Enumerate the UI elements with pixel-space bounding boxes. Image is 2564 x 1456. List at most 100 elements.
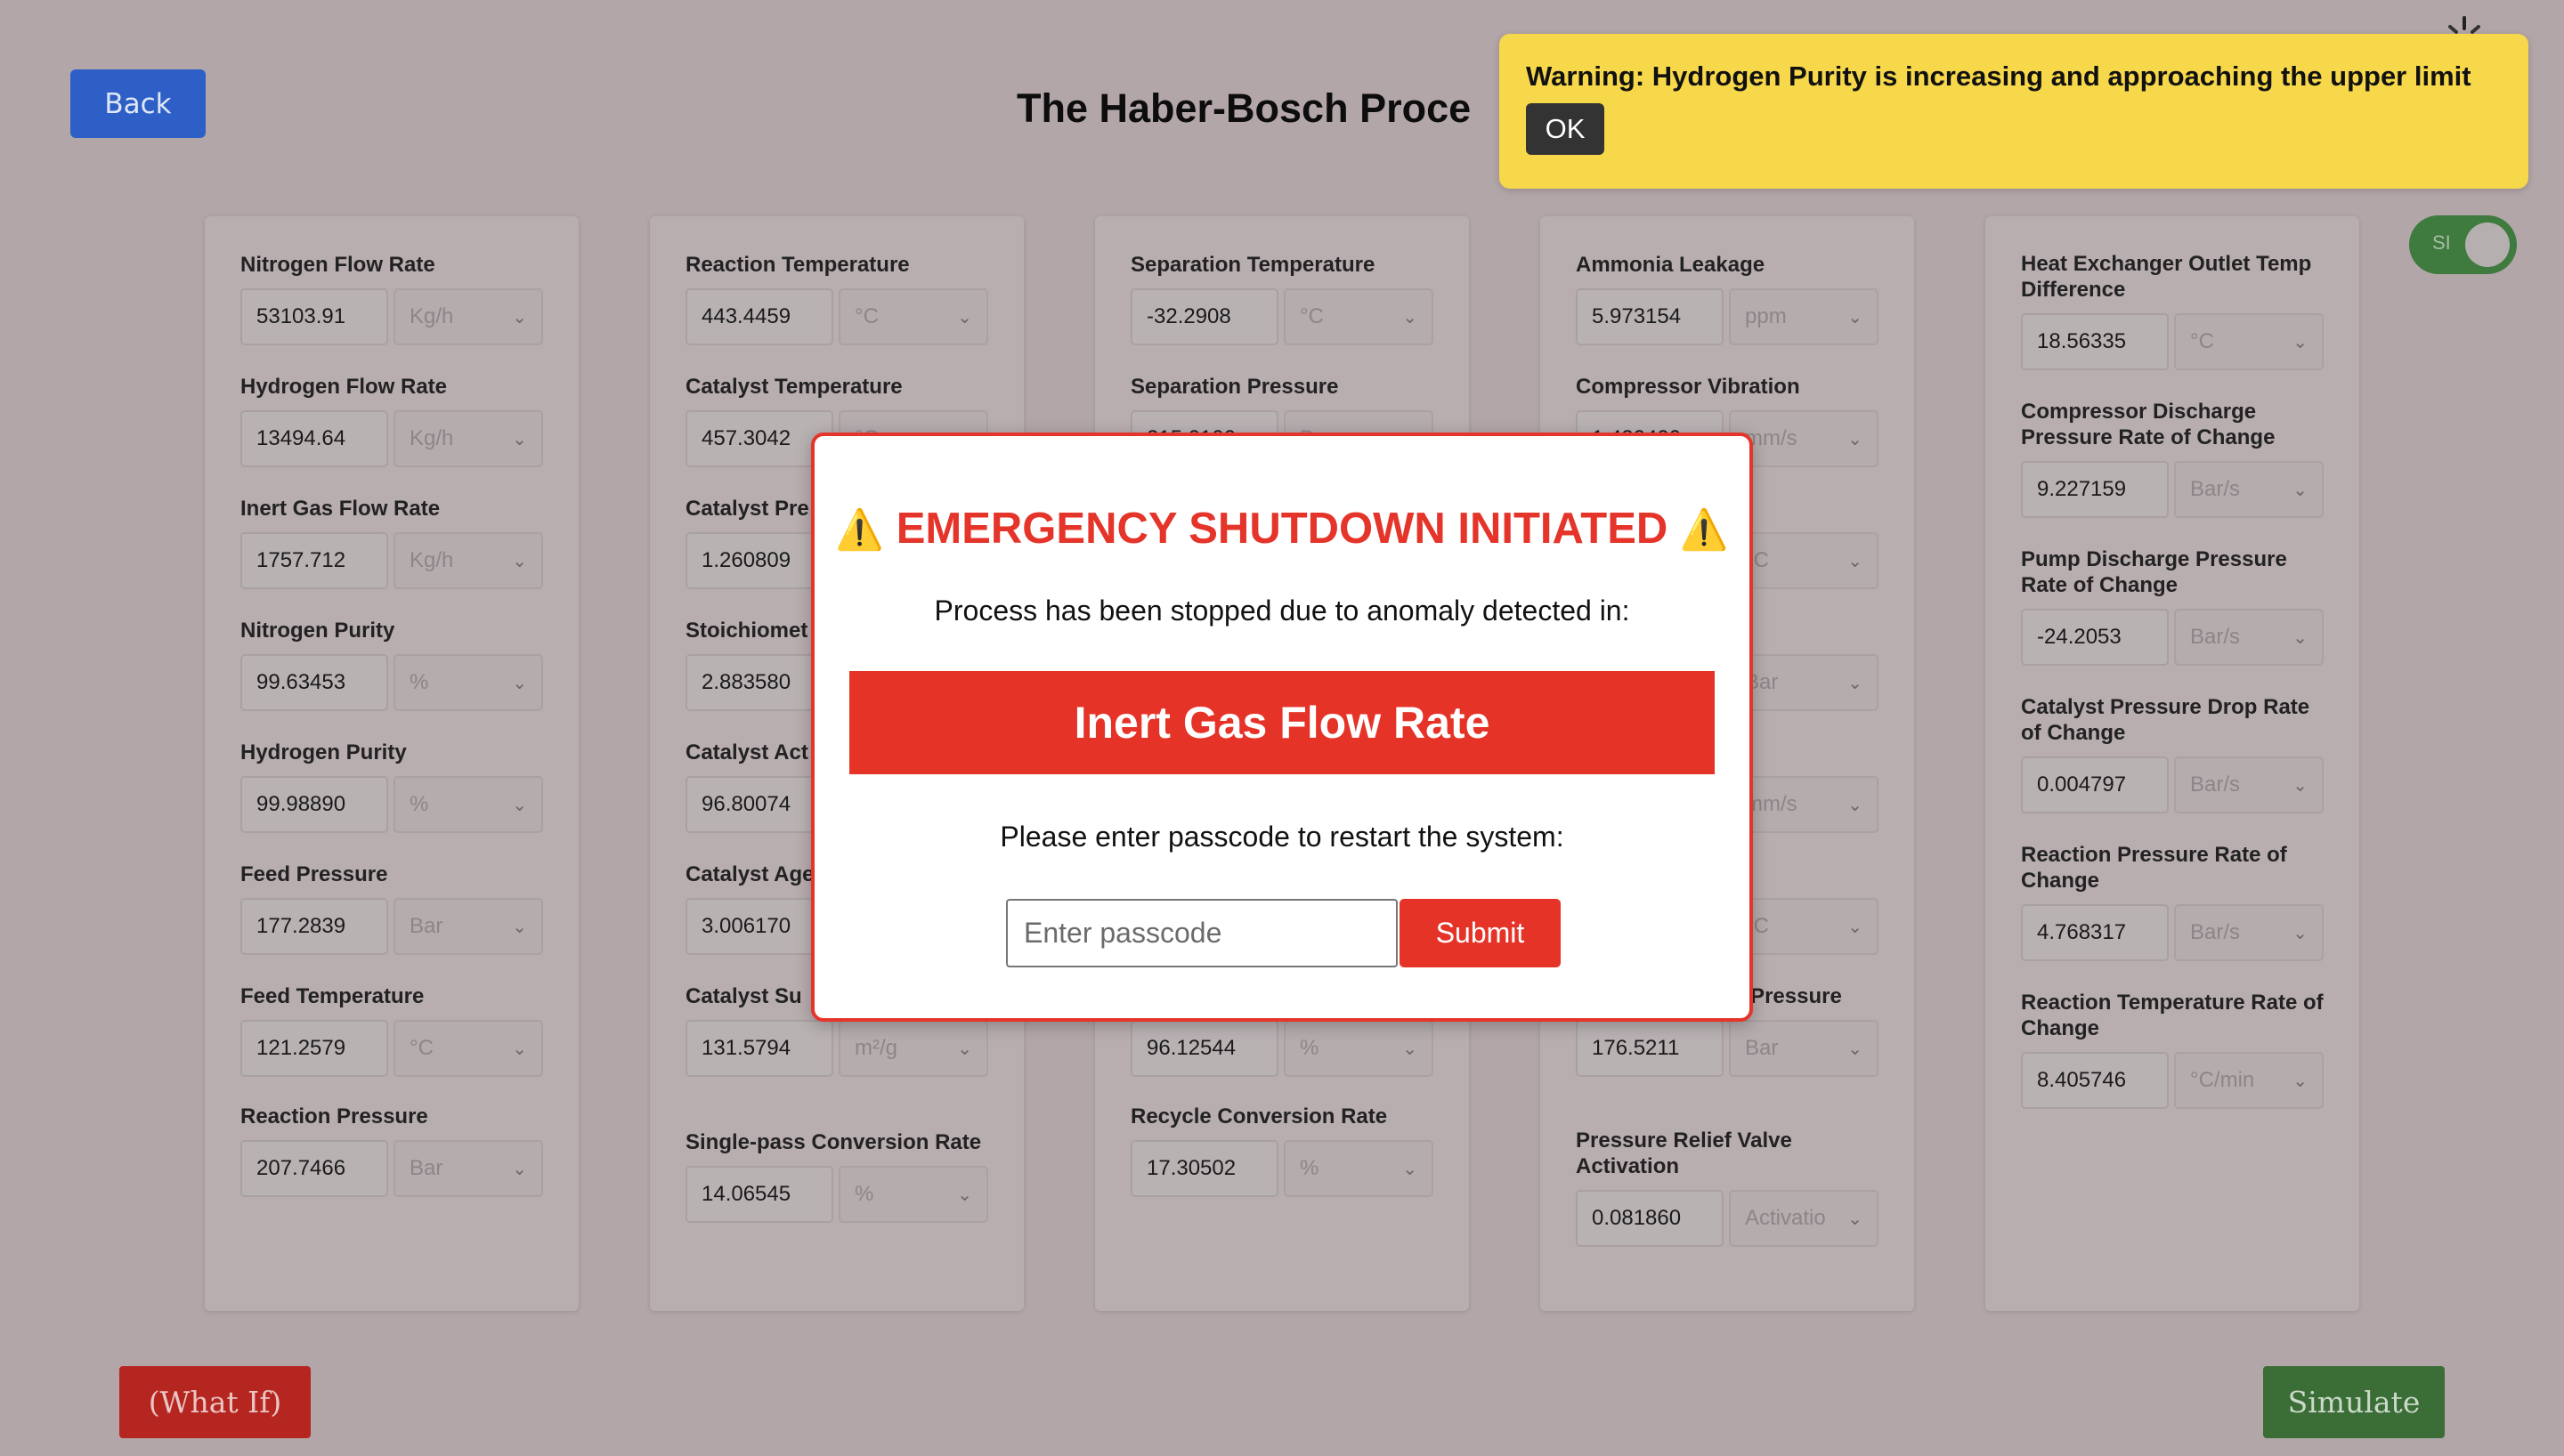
unit-text: Kg/h <box>410 548 454 572</box>
unit-select[interactable]: % ⌄ <box>394 654 543 711</box>
value-text: 4.768317 <box>2037 920 2127 944</box>
submit-button[interactable]: Submit <box>1400 899 1561 967</box>
value-text: 176.5211 <box>1592 1036 1680 1060</box>
value-input[interactable]: 0.004797 <box>2021 756 2169 813</box>
warning-message: Warning: Hydrogen Purity is increasing a… <box>1526 61 2471 92</box>
si-units-toggle[interactable]: SI <box>2409 215 2517 274</box>
chevron-down-icon: ⌄ <box>2292 923 2308 943</box>
field-label: Pump Discharge Pressure Rate of Change <box>2021 547 2287 597</box>
unit-select[interactable]: Kg/h ⌄ <box>394 410 543 467</box>
back-button[interactable]: Back <box>70 69 206 138</box>
warning-ok-button[interactable]: OK <box>1526 103 1604 155</box>
unit-select[interactable]: Bar/s ⌄ <box>2174 756 2324 813</box>
value-input[interactable]: 4.768317 <box>2021 904 2169 961</box>
chevron-down-icon: ⌄ <box>1847 795 1862 815</box>
value-input[interactable]: 0.081860 <box>1576 1190 1724 1247</box>
field-label: Hydrogen Flow Rate <box>240 375 448 399</box>
value-input[interactable]: 9.227159 <box>2021 461 2169 518</box>
unit-select[interactable]: ppm ⌄ <box>1729 288 1878 345</box>
chevron-down-icon: ⌄ <box>1847 307 1862 328</box>
value-input[interactable]: 121.2579 <box>240 1020 388 1077</box>
value-input[interactable]: 176.5211 <box>1576 1020 1724 1077</box>
unit-select[interactable]: Bar ⌄ <box>394 898 543 955</box>
field-label: Feed Pressure <box>240 862 388 886</box>
field-label: Separation Pressure <box>1131 375 1339 399</box>
field-label: Reaction Pressure Rate of Change <box>2021 843 2287 893</box>
unit-text: % <box>410 670 429 694</box>
unit-select[interactable]: Bar/s ⌄ <box>2174 461 2324 518</box>
unit-select[interactable]: Kg/h ⌄ <box>394 532 543 589</box>
value-text: 99.98890 <box>256 792 346 816</box>
value-input[interactable]: 53103.91 <box>240 288 388 345</box>
unit-text: Bar/s <box>2190 477 2241 501</box>
field-label: Compressor Vibration <box>1576 375 1800 399</box>
value-input[interactable]: 177.2839 <box>240 898 388 955</box>
value-text: 17.30502 <box>1147 1156 1237 1180</box>
value-text: 121.2579 <box>256 1036 346 1060</box>
value-input[interactable]: 96.12544 <box>1131 1020 1278 1077</box>
unit-select[interactable]: Bar/s ⌄ <box>2174 904 2324 961</box>
chevron-down-icon: ⌄ <box>1847 551 1862 571</box>
warning-toast: Warning: Hydrogen Purity is increasing a… <box>1499 34 2528 189</box>
unit-select[interactable]: °C/min ⌄ <box>2174 1052 2324 1109</box>
unit-text: Bar <box>410 1156 443 1180</box>
unit-select[interactable]: % ⌄ <box>1284 1140 1433 1197</box>
unit-select[interactable]: Kg/h ⌄ <box>394 288 543 345</box>
unit-text: Bar/s <box>2190 625 2241 649</box>
unit-select[interactable]: Bar ⌄ <box>1729 1020 1878 1077</box>
value-input[interactable]: 14.06545 <box>686 1166 833 1223</box>
chevron-down-icon: ⌄ <box>1847 917 1862 937</box>
value-input[interactable]: 131.5794 <box>686 1020 833 1077</box>
unit-select[interactable]: °C ⌄ <box>394 1020 543 1077</box>
field-label: Inert Gas Flow Rate <box>240 497 441 521</box>
value-input[interactable]: -24.2053 <box>2021 609 2169 666</box>
unit-text: % <box>410 792 429 816</box>
unit-text: Bar/s <box>2190 772 2241 797</box>
unit-select[interactable]: Bar ⌄ <box>394 1140 543 1197</box>
unit-select[interactable]: m²/g ⌄ <box>839 1020 988 1077</box>
si-toggle-label: SI <box>2432 231 2451 254</box>
value-input[interactable]: 13494.64 <box>240 410 388 467</box>
unit-text: Bar/s <box>2190 920 2241 944</box>
unit-text: Activatio <box>1745 1206 1826 1230</box>
unit-select[interactable]: Activatio ⌄ <box>1729 1190 1878 1247</box>
value-input[interactable]: -32.2908 <box>1131 288 1278 345</box>
value-input[interactable]: 5.973154 <box>1576 288 1724 345</box>
value-input[interactable]: 99.63453 <box>240 654 388 711</box>
value-text: 96.80074 <box>702 792 791 816</box>
passcode-input[interactable] <box>1006 899 1398 967</box>
simulate-button[interactable]: Simulate <box>2263 1366 2445 1438</box>
value-input[interactable]: 18.56335 <box>2021 313 2169 370</box>
value-input[interactable]: 8.405746 <box>2021 1052 2169 1109</box>
unit-select[interactable]: % ⌄ <box>1284 1020 1433 1077</box>
unit-select[interactable]: °C ⌄ <box>2174 313 2324 370</box>
value-input[interactable]: 443.4459 <box>686 288 833 345</box>
passcode-prompt: Please enter passcode to restart the sys… <box>1000 821 1564 853</box>
unit-select[interactable]: Bar/s ⌄ <box>2174 609 2324 666</box>
unit-select[interactable]: °C ⌄ <box>1284 288 1433 345</box>
value-text: 177.2839 <box>256 914 346 938</box>
value-input[interactable]: 99.98890 <box>240 776 388 833</box>
parameter-panel: Nitrogen Flow Rate 53103.91 Kg/h ⌄ Hydrogen … <box>205 216 579 1311</box>
field-label: Nitrogen Flow Rate <box>240 253 435 277</box>
value-text: 0.004797 <box>2037 772 2127 797</box>
value-text: 8.405746 <box>2037 1068 2127 1092</box>
value-text: 18.56335 <box>2037 329 2127 353</box>
chevron-down-icon: ⌄ <box>1847 673 1862 693</box>
chevron-down-icon: ⌄ <box>512 795 527 815</box>
what-if-button[interactable]: (What If) <box>119 1366 311 1438</box>
unit-select[interactable]: % ⌄ <box>839 1166 988 1223</box>
unit-select[interactable]: °C ⌄ <box>839 288 988 345</box>
value-text: 207.7466 <box>256 1156 346 1180</box>
chevron-down-icon: ⌄ <box>957 307 972 328</box>
value-text: 13494.64 <box>256 426 346 450</box>
unit-select[interactable]: % ⌄ <box>394 776 543 833</box>
value-text: 443.4459 <box>702 304 791 328</box>
chevron-down-icon: ⌄ <box>512 1159 527 1179</box>
value-input[interactable]: 1757.712 <box>240 532 388 589</box>
field-label: Recycle Conversion Rate <box>1131 1104 1388 1128</box>
chevron-down-icon: ⌄ <box>512 551 527 571</box>
value-input[interactable]: 17.30502 <box>1131 1140 1278 1197</box>
unit-text: °C <box>1300 304 1324 328</box>
value-input[interactable]: 207.7466 <box>240 1140 388 1197</box>
